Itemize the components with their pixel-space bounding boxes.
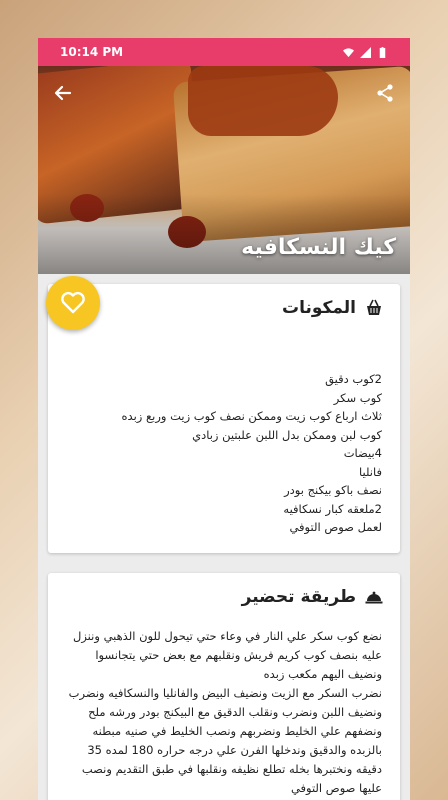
preparation-title: طريقة تحضير xyxy=(241,586,356,607)
preparation-card: طريقة تحضير نضع كوب سكر علي النار في وعا… xyxy=(48,572,400,800)
recipe-hero-image: كيك النسكافيه xyxy=(38,66,410,274)
battery-icon xyxy=(379,46,386,58)
arrow-left-icon xyxy=(54,85,72,101)
ingredients-card: المكونات 2كوب دقيق كوب سكر ثلاث ارباع كو… xyxy=(46,276,400,553)
favorite-button[interactable] xyxy=(46,276,100,330)
status-time: 10:14 PM xyxy=(60,45,124,59)
share-icon xyxy=(377,84,393,102)
status-bar: 10:14 PM xyxy=(38,38,410,66)
wifi-icon xyxy=(343,47,354,57)
status-icons xyxy=(343,46,388,58)
signal-icon xyxy=(360,46,371,58)
phone-screen: 10:14 PM كيك النسكافيه المكونات 2كوب دقي… xyxy=(38,38,410,800)
back-button[interactable] xyxy=(50,80,76,106)
preparation-header: طريقة تحضير xyxy=(48,573,400,607)
ingredients-title: المكونات xyxy=(281,298,356,318)
heart-icon xyxy=(61,291,85,314)
share-button[interactable] xyxy=(372,80,398,106)
cloche-icon xyxy=(365,591,383,603)
recipe-title: كيك النسكافيه xyxy=(241,235,396,260)
ingredients-header: المكونات xyxy=(48,284,400,318)
basket-icon xyxy=(367,299,381,315)
recipe-content: المكونات 2كوب دقيق كوب سكر ثلاث ارباع كو… xyxy=(38,274,410,800)
ingredients-list: 2كوب دقيق كوب سكر ثلاث ارباع كوب زيت ومم… xyxy=(121,372,382,534)
preparation-text: نضع كوب سكر علي النار في وعاء حتي تيحول … xyxy=(68,628,382,795)
